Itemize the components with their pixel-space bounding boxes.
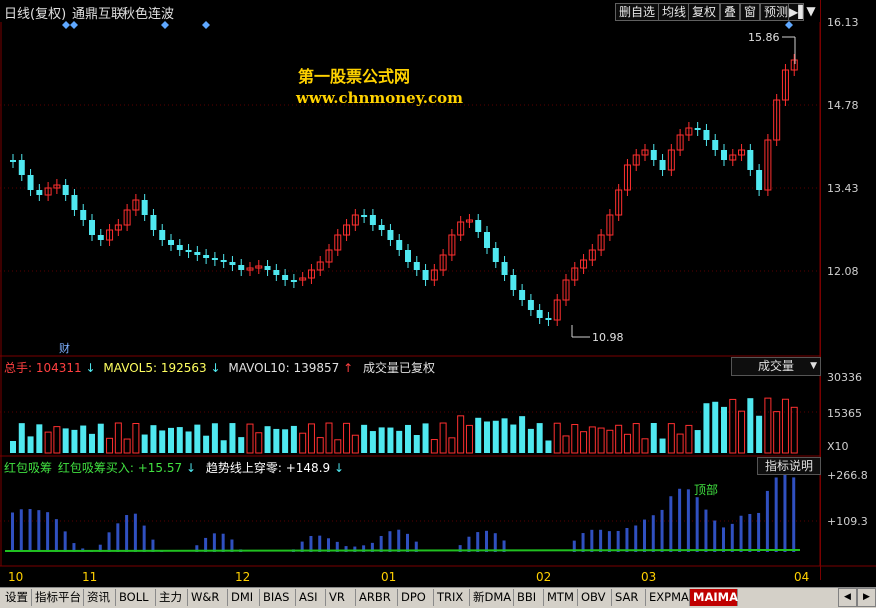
tab-bias[interactable]: BIAS <box>260 589 296 606</box>
tab-bbi[interactable]: BBI <box>514 589 544 606</box>
volume-tick: 15365 <box>827 407 862 420</box>
mavol10-label: MAVOL10: <box>228 361 290 375</box>
volume-bars <box>10 397 798 454</box>
chevron-down-icon: ▼ <box>810 361 817 371</box>
indicator-explain-button[interactable]: 指标说明 <box>757 457 821 475</box>
indicator-tick: +109.3 <box>827 515 868 528</box>
diamond-marker-icon <box>62 21 793 29</box>
tab-vr[interactable]: VR <box>326 589 356 606</box>
indicator-bars <box>4 472 801 552</box>
indicator-tab-bar: 设置 指标平台 资讯 BOLL 主力 W&R DMI BIAS ASI VR ARBR DPO TRIX… <box>0 587 876 608</box>
volume-note: 成交量已复权 <box>362 361 435 375</box>
tab-dmi[interactable]: DMI <box>228 589 260 606</box>
down-arrow-icon: ↓ <box>210 361 221 375</box>
indicator-name: 红包吸筹 <box>4 461 53 475</box>
price-tick: 12.08 <box>827 265 859 278</box>
up-arrow-icon: ↑ <box>343 361 354 375</box>
volume-header: 总手: 104311 ↓ MAVOL5: 192563 ↓ MAVOL10: 1… <box>4 359 435 376</box>
tab-设置[interactable]: 设置 <box>2 589 32 606</box>
down-arrow-icon: ↓ <box>185 461 197 475</box>
indicator-tick: +266.8 <box>827 469 868 482</box>
tab-expma[interactable]: EXPMA <box>646 589 690 606</box>
time-label: 11 <box>82 570 98 584</box>
indicator-header: 红包吸筹 红包吸筹买入: +15.57 ↓ 趋势线上穿零: +148.9 ↓ <box>4 459 344 476</box>
tab-指标平台[interactable]: 指标平台 <box>32 589 84 606</box>
high-price-label: 15.86 <box>748 31 780 44</box>
tab-asi[interactable]: ASI <box>296 589 326 606</box>
trend-label: 趋势线上穿零: <box>205 461 282 475</box>
time-label: 01 <box>381 570 397 584</box>
time-label: 02 <box>536 570 552 584</box>
total-volume-value: 104311 <box>35 361 82 375</box>
price-tick: 16.13 <box>827 16 859 29</box>
tab-mtm[interactable]: MTM <box>544 589 578 606</box>
volume-tick: X10 <box>827 440 849 453</box>
tab-maima[interactable]: MAIMA <box>690 589 738 606</box>
scroll-left-icon[interactable]: ◀ <box>838 588 857 607</box>
volume-select-value: 成交量 <box>758 359 795 373</box>
top-annotation: 顶部 <box>694 483 719 497</box>
time-axis: 10 11 12 01 02 03 04 <box>0 567 820 586</box>
down-arrow-icon: ↓ <box>333 461 345 475</box>
volume-indicator-select[interactable]: 成交量 ▼ <box>731 357 821 376</box>
total-volume-label: 总手: <box>4 361 33 375</box>
tab-arbr[interactable]: ARBR <box>356 589 398 606</box>
mavol10-value: 139857 <box>293 361 340 375</box>
tab-dpo[interactable]: DPO <box>398 589 434 606</box>
volume-tick: 30336 <box>827 371 862 384</box>
tab-boll[interactable]: BOLL <box>116 589 156 606</box>
mavol5-label: MAVOL5: <box>103 361 158 375</box>
time-label: 04 <box>794 570 810 584</box>
tab-obv[interactable]: OBV <box>578 589 612 606</box>
finance-marker[interactable]: 财 <box>59 340 70 356</box>
tab-新dma[interactable]: 新DMA <box>470 589 514 606</box>
down-arrow-icon: ↓ <box>85 361 96 375</box>
chart-canvas[interactable] <box>0 0 876 587</box>
tab-wr[interactable]: W&R <box>188 589 228 606</box>
tab-资讯[interactable]: 资讯 <box>84 589 116 606</box>
mavol5-value: 192563 <box>160 361 207 375</box>
buy-value: +15.57 <box>137 461 183 475</box>
low-price-label: 10.98 <box>592 331 624 344</box>
price-tick: 14.78 <box>827 99 859 112</box>
tab-主力[interactable]: 主力 <box>156 589 188 606</box>
tab-sar[interactable]: SAR <box>612 589 646 606</box>
time-label: 12 <box>235 570 251 584</box>
time-label: 10 <box>8 570 24 584</box>
price-axis: 16.13 14.78 13.43 12.08 30336 15365 X10 … <box>820 0 876 580</box>
price-tick: 13.43 <box>827 182 859 195</box>
candlestick-series <box>10 54 798 326</box>
buy-label: 红包吸筹买入: <box>57 461 134 475</box>
trend-value: +148.9 <box>285 461 331 475</box>
time-label: 03 <box>641 570 657 584</box>
scroll-right-icon[interactable]: ▶ <box>857 588 876 607</box>
tab-trix[interactable]: TRIX <box>434 589 470 606</box>
